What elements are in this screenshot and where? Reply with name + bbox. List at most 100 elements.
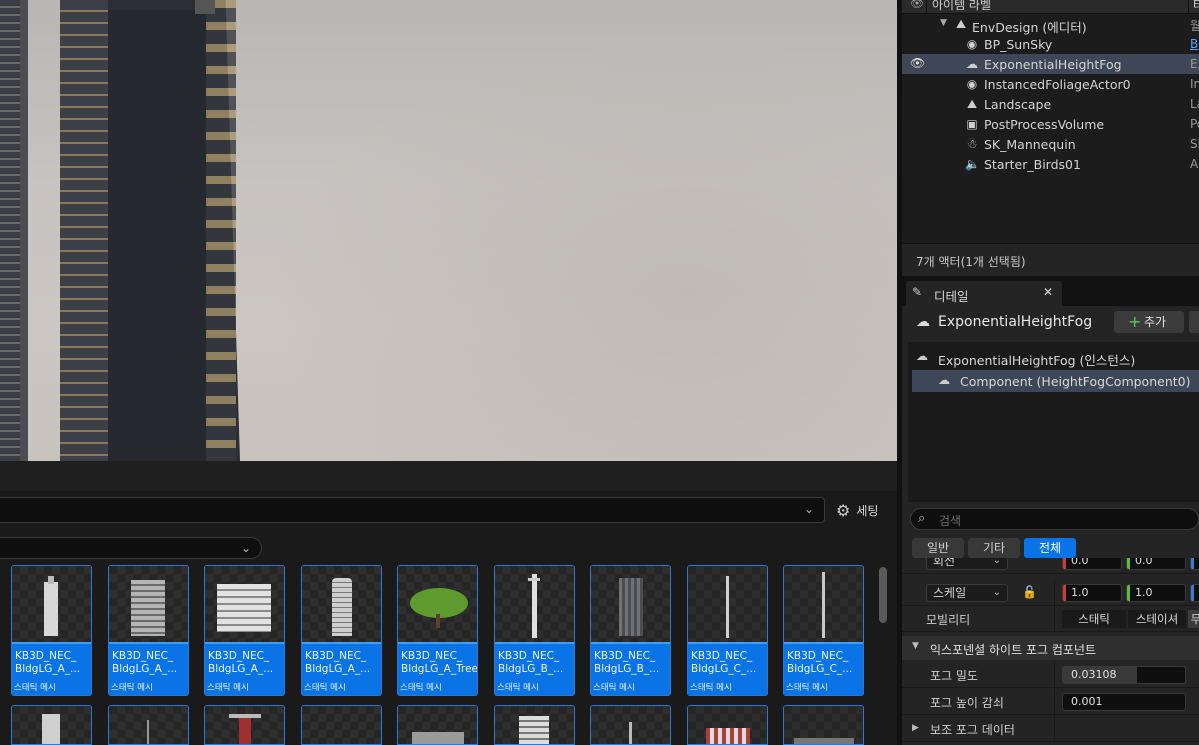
fog-density-field[interactable]: 0.03108 [1062,666,1186,684]
asset-tile[interactable]: KB3D_NEC_ BldgLG_A_... 스태틱 메시 [11,565,92,696]
actor-count: 7개 액터(1개 선택됨) [916,255,1026,269]
mobility-movable[interactable]: 무 [1188,610,1199,628]
fog-density-value: 0.03108 [1071,668,1117,681]
asset-tile[interactable] [590,705,671,745]
outliner-footer: 7개 액터(1개 선택됨) [902,243,1199,276]
mobility-label: 모빌리티 [926,613,971,627]
outliner-item[interactable]: ⛰ Landscape La [902,94,1199,114]
filter-dropdown[interactable]: ⌄ [0,537,262,559]
mobility-static[interactable]: 스태틱 [1062,610,1126,628]
fog-height-falloff-field[interactable]: 0.001 [1062,693,1186,711]
asset-thumbnail [495,566,574,643]
asset-tile[interactable] [11,705,92,745]
filter-general[interactable]: 일반 [912,538,964,558]
close-icon[interactable]: ✕ [1043,285,1053,299]
component-row[interactable]: ☁ ExponentialHeightFog (인스턴스) [908,346,1199,368]
asset-tile[interactable] [204,705,285,745]
chevron-down-icon: ⌄ [240,541,251,555]
asset-tile[interactable]: KB3D_NEC_ BldgLG_A_... 스태틱 메시 [301,565,382,696]
chevron-down-icon[interactable]: ▼ [940,18,947,28]
outliner-item-type: Ex [1190,57,1199,71]
asset-tile[interactable] [397,705,478,745]
rotation-mode-dropdown[interactable]: 회전 ⌄ [926,558,1008,570]
outliner-item[interactable]: 🔈 Starter_Birds01 Ar [902,154,1199,174]
mobility-row: 모빌리티 스태틱 스테이셔 무 [902,606,1199,632]
asset-tile[interactable] [783,705,864,745]
tab-details[interactable]: ✎ 디테일 ✕ [906,281,1062,306]
asset-tile[interactable] [108,705,189,745]
column-item-label[interactable]: 아이템 라벨 [932,0,991,13]
asset-tile[interactable]: KB3D_NEC_ BldgLG_B_... 스태틱 메시 [494,565,575,696]
outliner-item-type: Ar [1190,157,1199,171]
eye-icon[interactable]: 👁 [910,0,924,10]
asset-thumbnail [688,566,767,643]
outliner-item[interactable]: ☃ SK_Mannequin Sk [902,134,1199,154]
scale-y-field[interactable]: 1.0 [1126,584,1186,602]
outliner-item[interactable]: ◉ InstancedFoliageActor0 In [902,74,1199,94]
scale-row: 스케일 ⌄ 🔓 1.0 1.0 1. [902,580,1199,606]
settings-label: 세팅 [856,503,879,518]
asset-thumbnail [591,566,670,643]
outliner-item-type: Sk [1190,137,1199,151]
outliner-panel: 👁 아이템 라벨 타 ▼ ⛰ EnvDesign (에디터) 월 ◉ BP_Su… [897,0,1199,276]
scale-x-field[interactable]: 1.0 [1062,584,1122,602]
chevron-down-icon: ⌄ [992,587,1001,598]
details-search-input[interactable]: ⌕ 검색 [910,508,1199,530]
level-viewport[interactable] [0,0,897,461]
scale-z-field[interactable]: 1. [1190,584,1199,602]
rotation-mode-label: 회전 [933,558,956,568]
details-body: ☁ ExponentialHeightFog + 추가 ☁ Exponentia… [902,306,1199,745]
component-row-selected[interactable]: ☁ Component (HeightFogComponent0) [912,370,1199,392]
asset-tile[interactable] [494,705,575,745]
asset-tile[interactable]: KB3D_NEC_ BldgLG_B_... 스태틱 메시 [590,565,671,696]
details-panel: ✎ 디테일 ✕ ☁ ExponentialHeightFog + 추가 ☁ Ex… [897,276,1199,745]
outliner-item-name: ExponentialHeightFog [984,57,1122,72]
search-icon: ⌕ [918,511,926,526]
outliner-item-type[interactable]: B [1190,37,1198,51]
rotation-z-field[interactable]: 0. [1190,558,1199,570]
blueprint-button[interactable] [1189,311,1199,333]
asset-tile[interactable]: KB3D_NEC_ BldgLG_A_... 스태틱 메시 [204,565,285,696]
asset-tile[interactable]: KB3D_NEC_ BldgLG_C_... 스태틱 메시 [687,565,768,696]
filter-all[interactable]: 전체 [1024,538,1076,558]
section-secondary-fog-title: 보조 포그 데이터 [930,723,1015,737]
asset-tile[interactable] [687,705,768,745]
skeletal-mesh-icon: ☃ [966,137,978,151]
column-type[interactable]: 타 [1188,0,1199,13]
fog-density-row: 포그 밀도 0.03108 [902,662,1199,688]
speaker-icon: 🔈 [965,157,980,171]
rotation-x-field[interactable]: 0.0 [1062,558,1122,570]
component-label: ExponentialHeightFog (인스턴스) [938,353,1136,368]
scale-mode-label: 스케일 [933,586,967,600]
fog-density-label: 포그 밀도 [930,669,978,683]
foliage-actor-icon: ◉ [966,77,978,91]
add-component-label: 추가 [1144,315,1167,329]
section-secondary-fog[interactable]: ▶ 보조 포그 데이터 [902,716,1199,742]
asset-tile[interactable] [301,705,382,745]
eye-icon[interactable]: 👁 [910,56,925,70]
outliner-root-row[interactable]: ▼ ⛰ EnvDesign (에디터) 월 [902,14,1199,35]
add-component-button[interactable]: + 추가 [1114,311,1184,333]
fog-icon: ☁ [916,349,928,363]
scale-mode-dropdown[interactable]: 스케일 ⌄ [926,584,1008,602]
outliner-item[interactable]: ◉ BP_SunSky B [902,34,1199,54]
asset-type: 스태틱 메시 [593,683,635,693]
details-tab-bar: ✎ 디테일 ✕ [902,276,1199,306]
path-dropdown[interactable]: ⌄ [0,497,825,523]
outliner-item-selected[interactable]: 👁 ☁ ExponentialHeightFog Ex [902,54,1199,74]
component-tree: ☁ ExponentialHeightFog (인스턴스) ☁ Componen… [908,342,1199,502]
filter-misc[interactable]: 기타 [968,538,1020,558]
asset-tile[interactable]: KB3D_NEC_ BldgLG_A_... 스태틱 메시 [108,565,189,696]
asset-tile[interactable]: KB3D_NEC_ BldgLG_A_Tree 스태틱 메시 [397,565,478,696]
rotation-y-field[interactable]: 0.0 [1126,558,1186,570]
lock-icon[interactable]: 🔓 [1022,585,1037,599]
settings-button[interactable]: ⚙ 세팅 [836,499,878,521]
landscape-icon: ⛰ [966,97,978,111]
chevron-down-icon: ⌄ [992,558,1001,566]
asset-tile[interactable]: KB3D_NEC_ BldgLG_C_... 스태틱 메시 [783,565,864,696]
asset-grid-scrollbar[interactable] [879,567,887,623]
mobility-stationary[interactable]: 스테이셔 [1128,610,1186,628]
fog-icon: ☁ [938,373,950,387]
section-fog-component[interactable]: ▼ 익스포넨셜 하이트 포그 컴포넌트 [902,636,1199,660]
outliner-item[interactable]: ▣ PostProcessVolume Po [902,114,1199,134]
